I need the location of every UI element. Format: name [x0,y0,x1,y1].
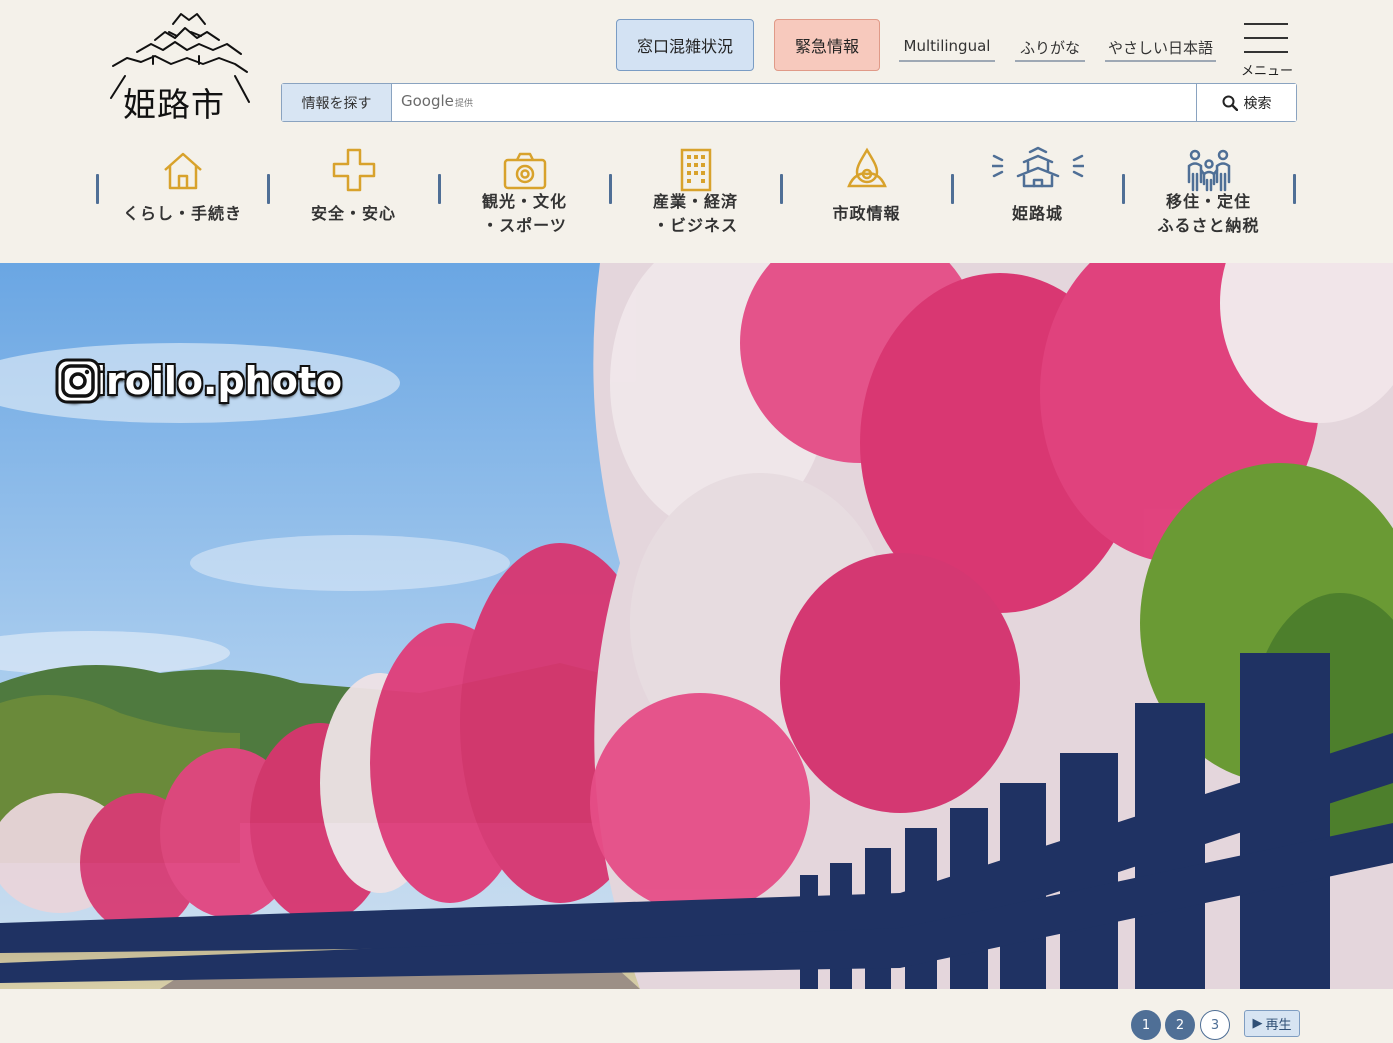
site-logo[interactable]: 姫路市 [95,10,257,124]
wait-status-button[interactable]: 窓口混雑状況 [616,19,754,71]
menu-button[interactable]: メニュー [1240,20,1294,79]
slide-page-3[interactable]: 3 [1200,1010,1230,1040]
hero-slideshow: @iroilo.photo [0,263,1393,989]
emergency-info-button[interactable]: 緊急情報 [774,19,880,71]
nav-item-himeji-castle[interactable]: 姫路城 [952,140,1123,250]
nav-item-relocation[interactable]: 移住・定住 ふるさと納税 [1123,140,1294,250]
nav-label: ふるさと納税 [1157,216,1260,235]
nav-label: 安全・安心 [310,204,396,223]
nav-label: 姫路城 [1011,204,1063,223]
play-icon: ▶ [1252,1016,1263,1031]
site-search: 情報を探す Google 提供 検索 [281,83,1297,122]
city-emblem-icon [847,147,887,188]
slide-page-1[interactable]: 1 [1131,1010,1161,1040]
main-navigation: くらし・手続き 安全・安心 観光・文化 ・スポーツ 産業・経済 ・ビジネス 市政… [96,140,1298,250]
nav-item-business[interactable]: 産業・経済 ・ビジネス [610,140,781,250]
search-label: 情報を探す [282,84,392,121]
camera-icon [503,152,547,190]
nav-item-city-admin[interactable]: 市政情報 [781,140,952,250]
nav-item-tourism[interactable]: 観光・文化 ・スポーツ [439,140,610,250]
nav-item-safety[interactable]: 安全・安心 [268,140,439,250]
house-icon [164,152,202,190]
hamburger-icon [1244,23,1288,25]
search-input[interactable] [393,84,1196,121]
castle-icon [992,146,1084,188]
logo-text: 姫路市 [123,85,225,124]
search-button-label: 検索 [1243,95,1272,112]
google-sub-text: 提供 [455,99,474,109]
site-header: 姫路市 窓口混雑状況 緊急情報 Multilingual ふりがな やさしい日本… [0,0,1393,263]
google-brand-text: Google [401,92,454,110]
play-label: 再生 [1265,1018,1292,1033]
nav-label: 観光・文化 [481,192,567,211]
instagram-credit: @iroilo.photo [55,358,342,404]
instagram-icon [55,358,101,404]
menu-label: メニュー [1240,64,1293,79]
nav-label: 産業・経済 [652,192,738,211]
multilingual-link[interactable]: Multilingual [899,34,995,62]
furigana-link[interactable]: ふりがな [1015,34,1085,62]
slideshow-play-button[interactable]: ▶ 再生 [1244,1010,1300,1037]
family-icon [1187,149,1231,192]
slide-page-2[interactable]: 2 [1165,1010,1195,1040]
search-icon [1222,95,1238,111]
nav-label: ・スポーツ [482,216,567,235]
nav-label: 市政情報 [832,204,901,223]
nav-item-living[interactable]: くらし・手続き [97,140,268,250]
nav-label: くらし・手続き [122,204,242,223]
easy-japanese-link[interactable]: やさしい日本語 [1105,34,1216,62]
building-icon [680,148,712,192]
nav-label: 移住・定住 [1165,192,1251,211]
nav-label: ・ビジネス [652,216,738,235]
search-button[interactable]: 検索 [1196,84,1296,121]
cross-icon [332,148,376,192]
